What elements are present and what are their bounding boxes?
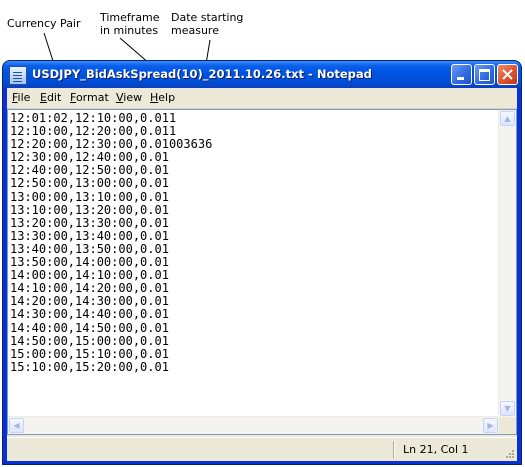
menu-bar: File Edit Format View Help — [7, 88, 517, 109]
vertical-scrollbar[interactable]: ▲ ▼ — [498, 110, 516, 417]
minimize-icon — [457, 77, 464, 80]
title-bar[interactable]: USDJPY_BidAskSpread(10)_2011.10.26.txt -… — [3, 61, 521, 88]
annotation-currency-pair: Currency Pair — [7, 17, 81, 30]
annotation-timeframe: Timeframe in minutes — [100, 11, 160, 37]
maximize-button[interactable] — [474, 64, 495, 85]
scroll-left-button[interactable]: ◀ — [9, 418, 24, 433]
scroll-up-button[interactable]: ▲ — [500, 111, 515, 126]
minimize-button[interactable] — [451, 64, 472, 85]
notepad-window: USDJPY_BidAskSpread(10)_2011.10.26.txt -… — [3, 61, 521, 464]
menu-view[interactable]: View — [116, 91, 142, 104]
scrollbar-corner — [499, 417, 516, 434]
text-line: 15:10:00,15:20:00,0.01 — [10, 359, 169, 374]
text-line: 14:50:00,15:00:00,0.01 — [10, 333, 169, 348]
text-line: 14:40:00,14:50:00,0.01 — [10, 320, 169, 335]
text-line: 13:10:00,13:20:00,0.01 — [10, 202, 169, 217]
text-editor[interactable]: 12:01:02,12:10:00,0.011 12:10:00,12:20:00… — [7, 109, 517, 435]
annotation-date-start: Date starting measure — [171, 11, 244, 37]
close-icon — [502, 69, 513, 80]
text-line: 12:50:00,13:00:00,0.01 — [10, 176, 169, 191]
menu-edit[interactable]: Edit — [40, 91, 61, 104]
text-line: 14:30:00,14:40:00,0.01 — [10, 307, 169, 322]
cursor-position: Ln 21, Col 1 — [403, 443, 469, 456]
horizontal-scrollbar[interactable]: ◀ ▶ — [8, 416, 499, 434]
status-divider — [393, 441, 394, 458]
scroll-right-button[interactable]: ▶ — [483, 418, 498, 433]
menu-format[interactable]: Format — [70, 91, 109, 104]
scroll-down-button[interactable]: ▼ — [500, 401, 515, 416]
text-line: 15:00:00,15:10:00,0.01 — [10, 346, 169, 361]
text-line: 13:20:00,13:30:00,0.01 — [10, 215, 169, 230]
resize-grip-icon[interactable] — [504, 448, 515, 459]
menu-file[interactable]: File — [12, 91, 30, 104]
document-text[interactable]: 12:01:02,12:10:00,0.011 12:10:00,12:20:00… — [10, 112, 498, 415]
status-bar: Ln 21, Col 1 — [7, 437, 517, 461]
menu-help[interactable]: Help — [150, 91, 175, 104]
window-client: File Edit Format View Help 12:01:02,12:1… — [7, 88, 517, 461]
maximize-icon — [479, 69, 490, 81]
currency-pair-arrow — [43, 32, 55, 65]
close-button[interactable] — [497, 64, 518, 85]
notepad-icon[interactable] — [9, 66, 27, 85]
text-line: 13:30:00,13:40:00,0.01 — [10, 228, 169, 243]
text-line: 13:00:00,13:10:00,0.01 — [10, 189, 169, 204]
window-title: USDJPY_BidAskSpread(10)_2011.10.26.txt -… — [32, 67, 372, 81]
